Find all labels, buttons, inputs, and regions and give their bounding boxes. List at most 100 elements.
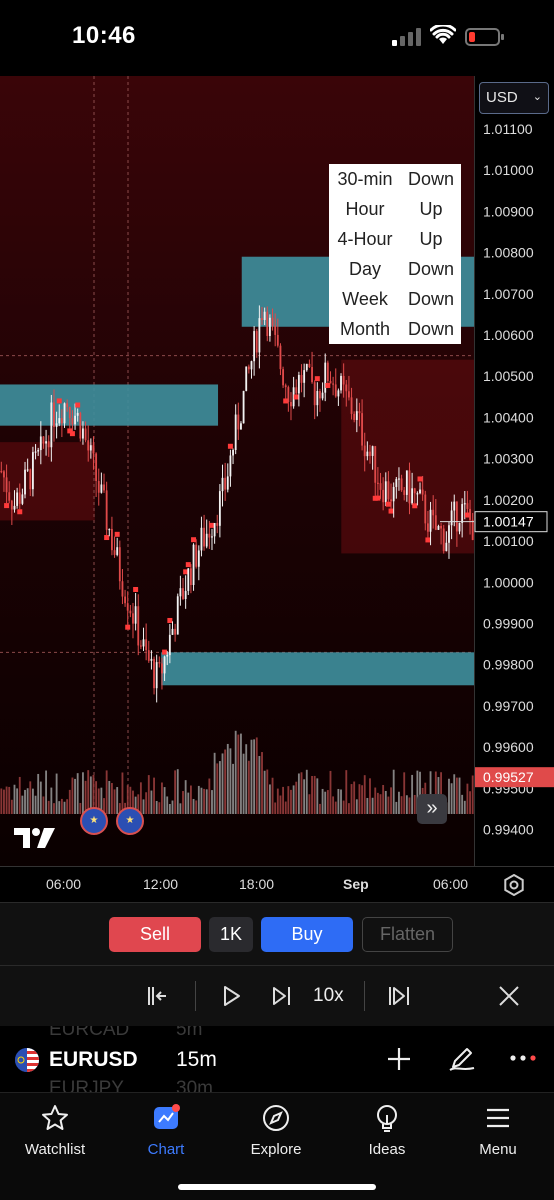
price-chart[interactable]: 1.01100 1.01000 1.00900 1.00800 1.00700 1.006… — [0, 76, 554, 866]
volume-bar — [411, 774, 414, 814]
nav-menu[interactable]: Menu — [453, 1103, 543, 1158]
candle-body — [405, 470, 408, 495]
volume-bar — [390, 787, 392, 814]
volume-bar — [53, 803, 55, 814]
trend-direction: Down — [407, 258, 455, 279]
candle-body — [132, 613, 134, 624]
candle-body — [68, 406, 71, 419]
volume-bar — [284, 801, 287, 814]
jump-to-realtime-icon[interactable] — [386, 983, 412, 1009]
step-forward-icon[interactable] — [268, 983, 294, 1009]
candle-body — [408, 470, 411, 504]
candle-body — [300, 374, 303, 383]
price-tick-label: 0.99600 — [483, 739, 534, 755]
candle-body — [376, 482, 379, 484]
time-label: Sep — [343, 876, 369, 892]
candle-body — [319, 391, 321, 399]
trend-table: 30-min Down Hour Up 4-Hour Up Day Down Week Down M… — [329, 164, 461, 344]
currency-selector[interactable]: USD ⌄ — [479, 82, 549, 114]
candle-body — [47, 441, 50, 448]
candle-body — [205, 533, 208, 547]
candle-body — [116, 547, 119, 555]
candle-body — [363, 445, 366, 457]
candle-body — [416, 493, 419, 495]
volume-bar — [450, 783, 453, 814]
flatten-button[interactable]: Flatten — [362, 917, 453, 952]
signal-marker — [314, 376, 320, 382]
price-tick-label: 1.00400 — [483, 409, 534, 425]
price-tick-label: 1.01100 — [483, 121, 533, 137]
volume-bar — [366, 797, 369, 814]
candle-body — [118, 547, 121, 582]
volume-bar — [5, 786, 8, 814]
economic-event-icon[interactable]: ★ — [116, 807, 144, 835]
candle-body — [95, 453, 98, 481]
candle-body — [203, 527, 206, 547]
replay-speed[interactable]: 10x — [313, 985, 344, 1007]
nav-watchlist[interactable]: Watchlist — [10, 1103, 100, 1158]
trend-timeframe: Month — [339, 318, 391, 339]
symbol-name[interactable]: EURUSD — [49, 1048, 138, 1072]
signal-marker — [56, 398, 62, 404]
buy-button[interactable]: Buy — [261, 917, 353, 952]
interval-selector[interactable]: 15m — [176, 1048, 217, 1072]
volume-bar — [176, 769, 179, 814]
candle-body — [21, 494, 24, 504]
candle-body — [437, 525, 440, 530]
nav-label: Watchlist — [24, 1141, 86, 1158]
nav-chart[interactable]: Chart — [121, 1103, 211, 1158]
volume-bar — [203, 788, 206, 814]
add-icon[interactable] — [385, 1045, 413, 1073]
quantity-button[interactable]: 1K — [209, 917, 253, 952]
supply-demand-zone — [161, 652, 474, 686]
nav-explore[interactable]: Explore — [231, 1103, 321, 1158]
volume-bar — [155, 800, 158, 814]
candle-body — [110, 528, 113, 551]
chart-settings-icon[interactable] — [503, 874, 525, 896]
volume-bar — [353, 781, 356, 814]
volume-bar — [321, 788, 324, 814]
sell-button[interactable]: Sell — [109, 917, 201, 952]
replay-jump-start-icon[interactable] — [144, 983, 170, 1009]
volume-bar — [471, 775, 474, 814]
close-icon[interactable] — [496, 983, 522, 1009]
economic-event-icon[interactable]: ★ — [80, 807, 108, 835]
candle-body — [211, 536, 213, 538]
double-chevron-right-icon: » — [426, 797, 438, 819]
volume-bar — [218, 761, 221, 814]
candle-body — [279, 345, 282, 370]
volume-bar — [292, 785, 295, 814]
signal-marker — [388, 508, 394, 514]
price-tick-label: 0.99700 — [483, 698, 534, 714]
play-icon[interactable] — [218, 983, 244, 1009]
expand-panel-button[interactable]: » — [417, 794, 447, 824]
marker-price-label: 0.99527 — [483, 769, 534, 785]
volume-bar — [250, 739, 253, 814]
volume-bar — [400, 796, 403, 814]
volume-bar — [21, 795, 24, 814]
volume-bar — [384, 790, 387, 814]
symbol-bar[interactable]: EURCAD 5m EURJPY 30m EURUSD 15m — [0, 1026, 554, 1092]
volume-bar — [45, 770, 48, 814]
volume-bar — [55, 773, 58, 814]
candle-body — [97, 480, 100, 493]
candle-body — [398, 478, 400, 480]
candle-body — [429, 509, 432, 532]
signal-marker — [385, 501, 391, 507]
time-axis[interactable]: 06:00 12:00 18:00 Sep 06:00 — [0, 866, 554, 902]
volume-bar — [213, 752, 216, 814]
candle-body — [16, 492, 19, 506]
candle-body — [466, 503, 469, 509]
candle-body — [74, 415, 76, 425]
candle-body — [189, 568, 192, 586]
more-options-icon[interactable] — [509, 1052, 539, 1064]
volume-bar — [358, 784, 361, 814]
trend-direction: Up — [419, 198, 443, 219]
volume-bar — [79, 802, 82, 814]
drawing-tool-icon[interactable] — [448, 1044, 476, 1072]
candlestick-chart[interactable]: 1.01100 1.01000 1.00900 1.00800 1.00700 1.006… — [0, 76, 554, 866]
candle-body — [166, 655, 169, 657]
nav-ideas[interactable]: Ideas — [342, 1103, 432, 1158]
trend-row: Week Down — [329, 284, 461, 314]
volume-bar — [208, 778, 211, 814]
